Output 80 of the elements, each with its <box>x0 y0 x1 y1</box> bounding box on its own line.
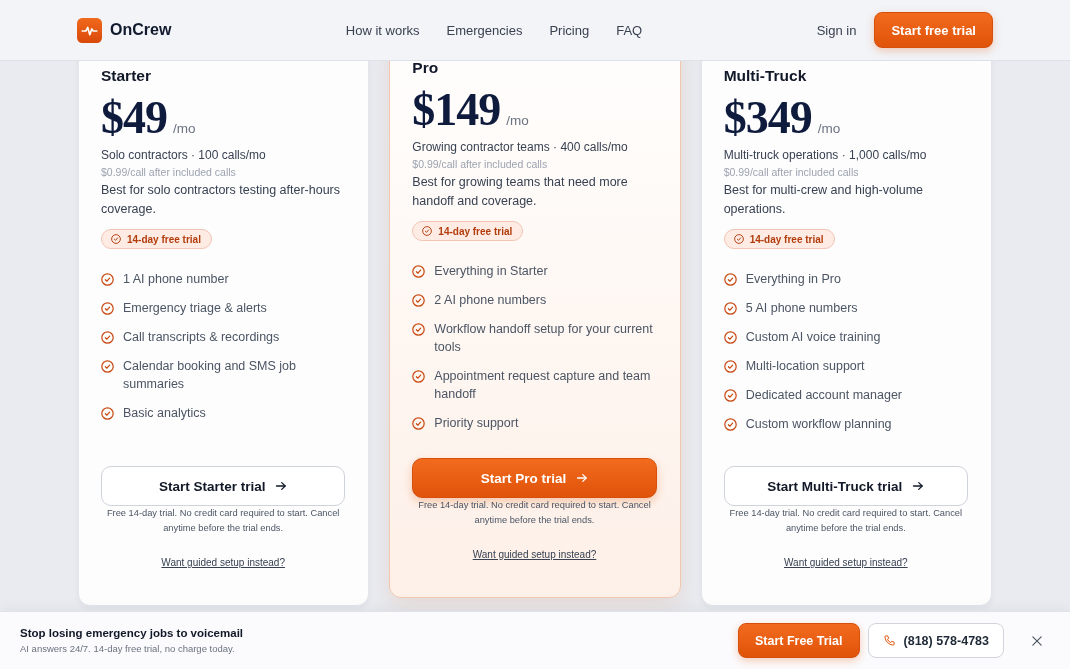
check-circle-icon <box>101 359 114 373</box>
feature-text: Custom AI voice training <box>745 329 881 346</box>
trial-fine-print: Free 14-day trial. No credit card required to start. Cancel anytime before the trial ends. <box>105 507 341 535</box>
overage-note: $0.99/call after included calls <box>723 165 860 180</box>
plan-name: Starter <box>101 66 152 86</box>
guided-setup-link[interactable]: Want guided setup instead? <box>784 556 908 570</box>
feature-text: Call transcripts & recordings <box>123 329 280 346</box>
check-circle-icon <box>101 406 114 420</box>
trial-label: 14-day free trial <box>127 233 201 245</box>
check-circle-icon <box>723 417 737 431</box>
check-circle-icon <box>733 234 744 244</box>
feature-text: Priority support <box>434 415 519 432</box>
feature-text: 2 AI phone numbers <box>434 292 547 309</box>
price-period: /mo <box>506 113 529 128</box>
check-circle-icon <box>412 369 426 383</box>
overage-note: $0.99/call after included calls <box>101 165 237 180</box>
arrow-right-icon <box>912 480 925 492</box>
plan-price: $49 <box>101 94 167 142</box>
trial-label: 14-day free trial <box>749 233 824 245</box>
feature-text: Dedicated account manager <box>745 387 902 404</box>
feature-text: Basic analytics <box>123 405 206 422</box>
guided-setup-link[interactable]: Want guided setup instead? <box>161 556 285 570</box>
feature-text: Calendar booking and SMS job summaries <box>123 358 298 393</box>
check-circle-icon <box>101 301 114 315</box>
arrow-right-icon <box>576 472 589 484</box>
check-circle-icon <box>101 272 114 286</box>
check-circle-icon <box>111 234 121 244</box>
cta-subtext: AI answers 24/7. 14-day free trial, no charge today. <box>20 642 236 655</box>
plan-audience: Multi-truck operations · 1,000 calls/mo <box>723 147 928 164</box>
trial-fine-print: Free 14-day trial. No credit card required to start. Cancel anytime before the trial ends. <box>417 499 652 527</box>
check-circle-icon <box>723 272 737 286</box>
feature-text: Appointment request capture and team handoff <box>434 368 652 403</box>
check-circle-icon <box>422 226 433 236</box>
feature-text: Multi-location support <box>745 358 865 375</box>
price-period: /mo <box>817 121 841 136</box>
check-circle-icon <box>412 322 426 336</box>
call-phone-button[interactable]: (818) 578-4783 <box>867 623 1004 658</box>
check-circle-icon <box>101 330 114 344</box>
nav-link[interactable]: How it works <box>345 22 420 38</box>
nav-link[interactable]: Emergencies <box>446 22 523 38</box>
overage-note: $0.99/call after included calls <box>412 157 549 172</box>
plan-audience: Solo contractors · 100 calls/mo <box>101 147 267 164</box>
check-circle-icon <box>723 359 737 373</box>
close-icon[interactable] <box>1032 635 1042 646</box>
feature-text: 1 AI phone number <box>123 271 229 288</box>
cta-headline: Stop losing emergency jobs to voicemail <box>20 626 244 641</box>
start-plan-trial-button[interactable]: Start Multi-Truck trial <box>723 466 968 506</box>
plan-price: $149 <box>412 86 501 134</box>
waveform-logo-icon <box>77 17 102 43</box>
start-plan-trial-button[interactable]: Start Starter trial <box>101 466 346 506</box>
feature-text: Workflow handoff setup for your current tools <box>434 321 654 356</box>
check-circle-icon <box>412 416 426 430</box>
arrow-right-icon <box>275 480 288 492</box>
price-period: /mo <box>173 121 196 136</box>
plan-price: $349 <box>723 94 812 142</box>
check-circle-icon <box>723 388 737 402</box>
phone-number: (818) 578-4783 <box>903 633 989 648</box>
feature-text: 5 AI phone numbers <box>745 300 858 317</box>
brand-name: OnCrew <box>110 21 172 39</box>
check-circle-icon <box>412 264 426 278</box>
plan-name: Multi-Truck <box>723 66 808 86</box>
check-circle-icon <box>723 330 737 344</box>
feature-text: Everything in Pro <box>745 271 841 288</box>
plan-description: Best for multi-crew and high-volume operations. <box>723 182 925 218</box>
nav-link[interactable]: Pricing <box>549 22 590 38</box>
check-circle-icon <box>412 293 426 307</box>
trial-fine-print: Free 14-day trial. No credit card required to start. Cancel anytime before the trial ends. <box>728 507 964 535</box>
plan-description: Best for growing teams that need more handoff and coverage. <box>412 174 629 210</box>
nav-link[interactable]: FAQ <box>616 22 643 38</box>
guided-setup-link[interactable]: Want guided setup instead? <box>472 548 597 562</box>
sign-in-link[interactable]: Sign in <box>816 22 857 38</box>
feature-text: Emergency triage & alerts <box>123 300 267 317</box>
plan-audience: Growing contractor teams · 400 calls/mo <box>412 139 629 156</box>
feature-text: Everything in Starter <box>434 263 548 280</box>
plan-description: Best for solo contractors testing after-hours coverage. <box>101 182 341 218</box>
trial-label: 14-day free trial <box>438 225 513 237</box>
phone-icon <box>882 634 896 647</box>
check-circle-icon <box>723 301 737 315</box>
plan-name: Pro <box>412 58 440 78</box>
feature-text: Custom workflow planning <box>745 416 892 433</box>
